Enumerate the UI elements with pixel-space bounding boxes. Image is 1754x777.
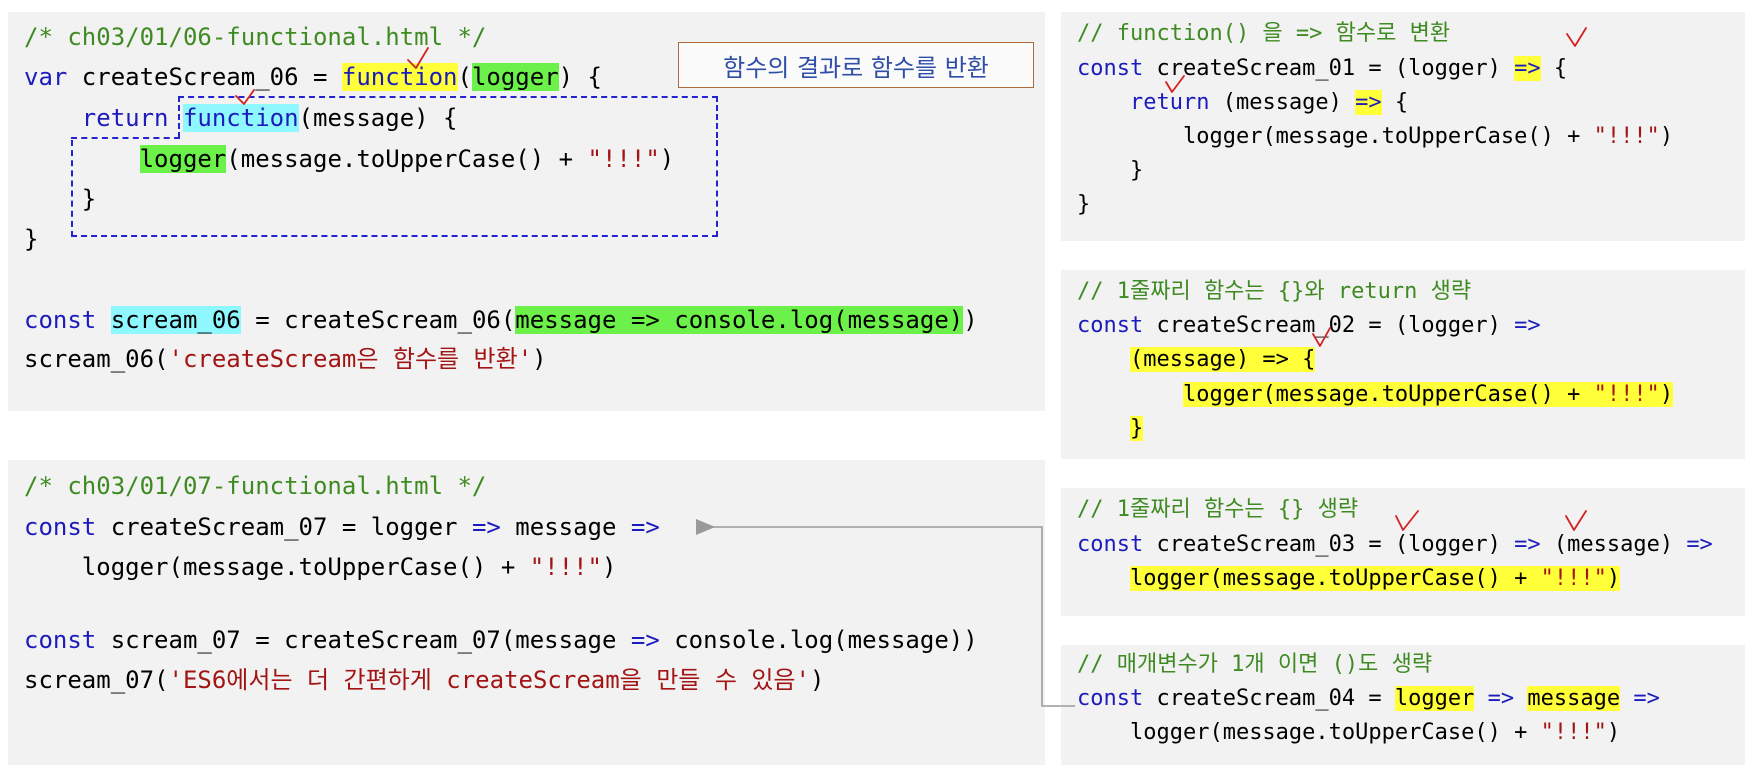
check-mark-icon bbox=[1165, 75, 1185, 93]
annotation-overlay bbox=[235, 27, 1587, 707]
check-mark-icon bbox=[407, 47, 429, 69]
check-mark-icon bbox=[1395, 510, 1419, 531]
check-mark-icon bbox=[235, 89, 255, 105]
arrow-connector-icon bbox=[696, 519, 1075, 707]
check-mark-icon bbox=[1566, 27, 1587, 47]
check-mark-icon bbox=[1312, 327, 1331, 347]
check-mark-icon bbox=[1565, 510, 1587, 531]
